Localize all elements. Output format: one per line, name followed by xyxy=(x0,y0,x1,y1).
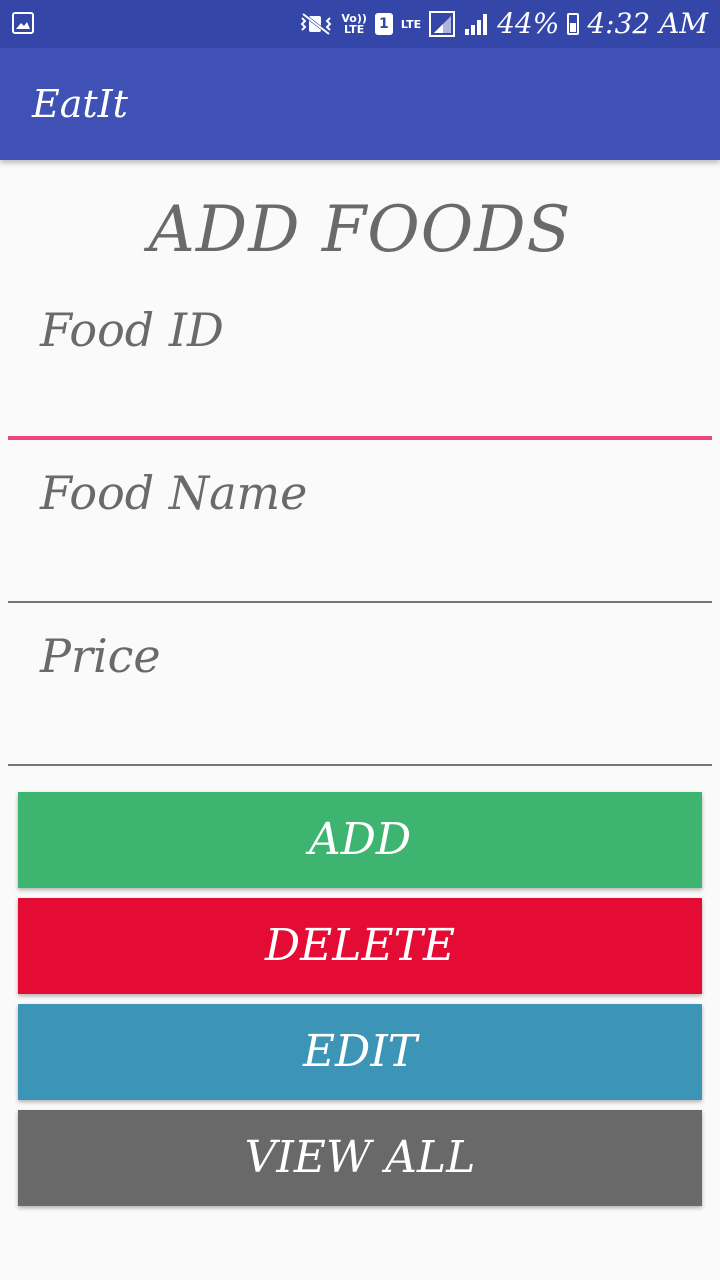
status-time: 4:32 AM xyxy=(587,7,708,40)
food-id-placeholder: Food ID xyxy=(40,303,224,357)
food-name-underline xyxy=(8,601,712,603)
status-icons: Vo)) LTE 1 LTE 44% 4:32 AM xyxy=(299,6,708,42)
app-bar: EatIt xyxy=(0,48,720,160)
gallery-notification-icon xyxy=(12,12,34,34)
sim-slot-icon: 1 xyxy=(374,13,393,35)
page-title: ADD FOODS xyxy=(148,193,572,267)
price-underline xyxy=(8,764,712,766)
price-placeholder: Price xyxy=(40,629,161,683)
food-name-placeholder: Food Name xyxy=(40,466,308,520)
signal-strength-icon xyxy=(429,11,456,37)
food-id-field[interactable]: Food ID xyxy=(8,300,712,440)
status-bar: Vo)) LTE 1 LTE 44% 4:32 AM xyxy=(0,0,720,48)
volte-icon: Vo)) LTE xyxy=(341,12,367,36)
app-title: EatIt xyxy=(32,82,128,126)
battery-icon xyxy=(567,13,580,35)
signal-bars-icon xyxy=(465,14,488,35)
view-all-button[interactable]: VIEW ALL xyxy=(18,1110,702,1206)
vibrate-mute-icon xyxy=(300,12,332,36)
edit-button[interactable]: EDIT xyxy=(18,1004,702,1100)
price-field[interactable]: Price xyxy=(8,626,712,766)
battery-percent: 44% xyxy=(497,7,560,40)
lte-icon: LTE xyxy=(400,17,422,31)
delete-button[interactable]: DELETE xyxy=(18,898,702,994)
food-id-underline xyxy=(8,436,712,440)
add-button[interactable]: ADD xyxy=(18,792,702,888)
food-name-field[interactable]: Food Name xyxy=(8,463,712,603)
